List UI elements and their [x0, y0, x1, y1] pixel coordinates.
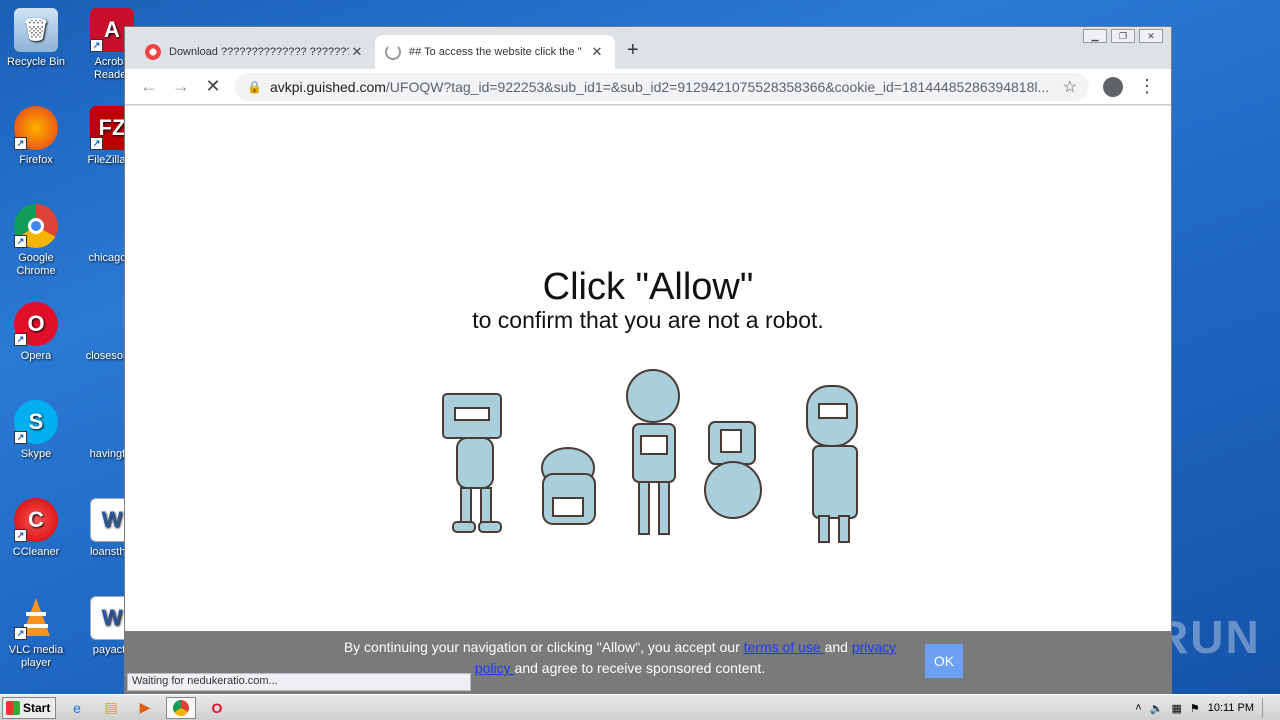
window-controls: ▁ ❐ ✕	[1083, 29, 1163, 43]
page-headline: Click "Allow"	[542, 266, 754, 308]
desktop-icon-recycle-bin[interactable]: 🗑 Recycle Bin	[0, 8, 72, 69]
address-bar[interactable]: 🔒 avkpi.guished.com /UFOQW?tag_id=922253…	[235, 72, 1089, 101]
taskbar-chrome-icon[interactable]	[166, 696, 196, 719]
back-button[interactable]: ←	[133, 76, 165, 97]
loading-spinner-icon	[385, 44, 401, 60]
taskbar-media-player-icon[interactable]: ▶	[132, 697, 158, 719]
terms-of-use-link[interactable]: terms of use	[744, 639, 825, 655]
desktop-icon-ccleaner[interactable]: C ↗ CCleaner	[0, 498, 72, 559]
forward-button[interactable]: →	[165, 76, 197, 97]
taskbar-explorer-icon[interactable]: ▤	[98, 697, 124, 719]
tab-download[interactable]: Download ?????????????? ??????? ??? ✕	[135, 35, 375, 69]
clock[interactable]: 10:11 PM	[1208, 702, 1254, 714]
robots-illustration	[442, 369, 858, 543]
tab-robot-page[interactable]: ## To access the website click the " ✕	[375, 35, 615, 69]
firefox-icon: ↗	[14, 106, 58, 150]
browser-toolbar: ← → ✕ 🔒 avkpi.guished.com /UFOQW?tag_id=…	[125, 69, 1171, 105]
close-icon[interactable]: ✕	[589, 44, 605, 60]
desktop-icon-skype[interactable]: S ↗ Skype	[0, 400, 72, 461]
system-tray: ˄ 🔈 ▦ ⚑ 10:11 PM	[1127, 695, 1280, 720]
volume-icon[interactable]: 🔈	[1150, 702, 1164, 715]
action-center-flag-icon[interactable]: ⚑	[1190, 702, 1200, 715]
taskbar: Start e ▤ ▶ O ˄ 🔈 ▦ ⚑ 10:11 PM	[0, 694, 1280, 720]
tab-favicon-icon	[145, 44, 161, 60]
network-icon[interactable]: ▦	[1171, 702, 1181, 715]
recycle-bin-icon: 🗑	[14, 8, 58, 52]
browser-window: Download ?????????????? ??????? ??? ✕ ##…	[124, 26, 1172, 694]
new-tab-button[interactable]: +	[627, 39, 639, 62]
desktop-icon-opera[interactable]: O ↗ Opera	[0, 302, 72, 363]
taskbar-opera-icon[interactable]: O	[204, 697, 230, 719]
close-icon[interactable]: ✕	[349, 44, 365, 60]
show-desktop-button[interactable]	[1262, 698, 1272, 718]
bookmark-star-icon[interactable]: ☆	[1063, 77, 1077, 97]
tray-expand-icon[interactable]: ˄	[1135, 702, 1141, 714]
profile-avatar[interactable]	[1103, 76, 1123, 97]
skype-icon: S ↗	[14, 400, 58, 444]
cookie-ok-button[interactable]: OK	[925, 644, 963, 678]
taskbar-ie-icon[interactable]: e	[64, 697, 90, 719]
start-button[interactable]: Start	[2, 696, 56, 719]
close-window-button[interactable]: ✕	[1139, 29, 1163, 43]
stop-loading-button[interactable]: ✕	[197, 76, 229, 97]
ccleaner-icon: C ↗	[14, 498, 58, 542]
page-subline: to confirm that you are not a robot.	[472, 307, 824, 333]
opera-icon: O ↗	[14, 302, 58, 346]
page-content: Click "Allow" to confirm that you are no…	[125, 106, 1171, 693]
status-bubble: Waiting for nedukeratio.com...	[127, 673, 471, 691]
desktop-icon-firefox[interactable]: ↗ Firefox	[0, 106, 72, 167]
restore-button[interactable]: ❐	[1111, 29, 1135, 43]
menu-kebab-icon[interactable]: ⋮	[1131, 76, 1163, 97]
desktop-icon-chrome[interactable]: ↗ Google Chrome	[0, 204, 72, 278]
minimize-button[interactable]: ▁	[1083, 29, 1107, 43]
desktop-icon-vlc[interactable]: ↗ VLC media player	[0, 596, 72, 670]
tab-strip: Download ?????????????? ??????? ??? ✕ ##…	[125, 27, 1171, 69]
vlc-icon: ↗	[14, 596, 58, 640]
chrome-icon: ↗	[14, 204, 58, 248]
windows-logo-icon	[6, 700, 20, 715]
lock-icon: 🔒	[247, 79, 262, 94]
